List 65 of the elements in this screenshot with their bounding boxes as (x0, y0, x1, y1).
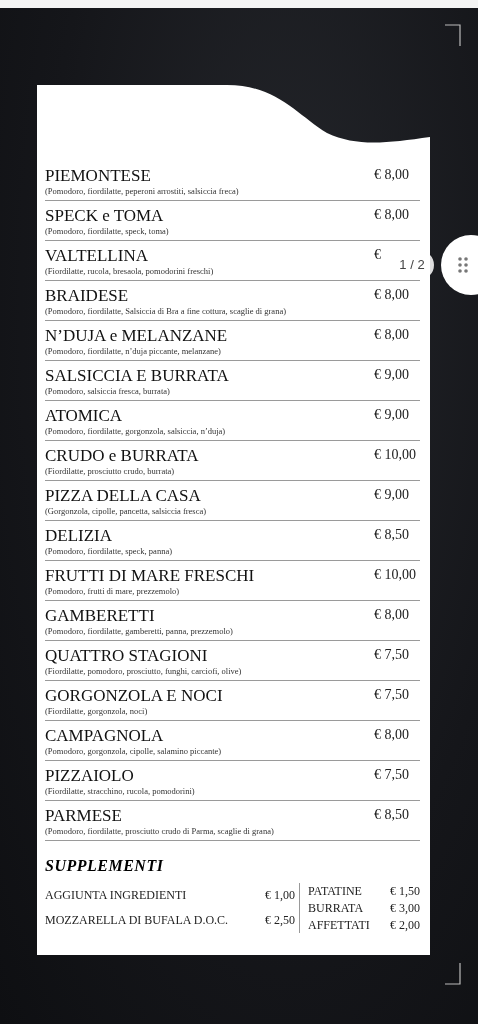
pizza-name: FRUTTI DI MARE FRESCHI (45, 566, 255, 586)
pizza-price: € 8,00 (374, 166, 410, 184)
supplement-name: AGGIUNTA INGREDIENTI (45, 888, 187, 903)
pizza-name: PIZZAIOLO (45, 766, 134, 786)
pizza-name: GAMBERETTI (45, 606, 155, 626)
pizza-ingredients: (Gorgonzola, cipolle, pancetta, salsiccia fresca) (45, 506, 207, 516)
pizza-name: DELIZIA (45, 526, 113, 546)
supplement-name: MOZZARELLA DI BUFALA D.O.C. (45, 913, 229, 928)
grip-dots-icon (458, 257, 468, 273)
pizza-name: SPECK e TOMA (45, 206, 164, 226)
pizza-ingredients: (Fiordilatte, stracchino, rucola, pomodorini) (45, 786, 195, 796)
pizza-name: ATOMICA (45, 406, 123, 426)
pizza-ingredients: (Pomodoro, gorgonzola, cipolle, salamino piccante) (45, 746, 222, 756)
pizza-name: GORGONZOLA E NOCI (45, 686, 223, 706)
pizza-price: € 8,50 (374, 526, 410, 544)
pizza-ingredients: (Pomodoro, fiordilatte, speck, toma) (45, 226, 169, 236)
supplement-name: AFFETTATI (308, 917, 370, 933)
pizza-ingredients: (Pomodoro, fiordilatte, prosciutto crudo di Parma, scaglie di grana) (45, 826, 274, 836)
supplements-title: SUPPLEMENTI (45, 857, 164, 875)
pizza-price: € (374, 246, 382, 264)
pizza-ingredients: (Fiordilatte, gorgonzola, noci) (45, 706, 148, 716)
corner-mark-icon (445, 24, 461, 46)
pizza-ingredients: (Pomodoro, fiordilatte, Salsiccia di Bra a fine cottura, scaglie di grana) (45, 306, 286, 316)
pizza-price: € 7,50 (374, 766, 410, 784)
pizza-price: € 7,50 (374, 646, 410, 664)
pizza-name: PIEMONTESE (45, 166, 151, 186)
pizza-ingredients: (Pomodoro, fiordilatte, peperoni arrostiti, salsiccia freca) (45, 186, 239, 196)
pizza-ingredients: (Pomodoro, frutti di mare, prezzemolo) (45, 586, 180, 596)
pizza-price: € 8,00 (374, 326, 410, 344)
pizza-ingredients: (Fiordilatte, prosciutto crudo, burrata) (45, 466, 175, 476)
pizza-price: € 9,00 (374, 406, 410, 424)
pizza-name: CAMPAGNOLA (45, 726, 164, 746)
pizza-name: PARMESE (45, 806, 122, 826)
corner-mark-icon (445, 963, 461, 985)
pizza-ingredients: (Pomodoro, fiordilatte, gamberetti, panna, prezzemolo) (45, 626, 233, 636)
pizza-price: € 10,00 (374, 566, 417, 584)
pizza-ingredients: (Fiordilatte, pomodoro, prosciutto, funghi, carciofi, olive) (45, 666, 242, 676)
pizza-price: € 10,00 (374, 446, 417, 464)
pizza-name: N’DUJA e MELANZANE (45, 326, 228, 346)
pizza-ingredients: (Pomodoro, fiordilatte, gorgonzola, salsiccia, n’duja) (45, 426, 226, 436)
pizza-price: € 9,00 (374, 366, 410, 384)
pizza-ingredients: (Pomodoro, fiordilatte, speck, panna) (45, 546, 172, 556)
supplement-name: PATATINE (308, 883, 362, 899)
pizza-name: SALSICCIA E BURRATA (45, 366, 229, 386)
pizza-price: € 9,00 (374, 486, 410, 504)
pizza-price: € 8,00 (374, 726, 410, 744)
pizza-price: € 8,00 (374, 286, 410, 304)
supplement-price: € 2,50 (265, 913, 295, 928)
pizza-name: CRUDO e BURRATA (45, 446, 199, 466)
pizza-name: BRAIDESE (45, 286, 129, 306)
pizza-price: € 8,00 (374, 606, 410, 624)
pizza-price: € 8,00 (374, 206, 410, 224)
pizza-name: PIZZA DELLA CASA (45, 486, 201, 506)
supplement-price: € 2,00 (390, 917, 420, 933)
pizza-ingredients: (Fiordilatte, rucola, bresaola, pomodorini freschi) (45, 266, 214, 276)
pizza-price: € 7,50 (374, 686, 410, 704)
supplement-price: € 1,00 (265, 888, 295, 903)
supplement-price: € 3,00 (390, 900, 420, 916)
supplement-name: BURRATA (308, 900, 364, 916)
pizza-ingredients: (Pomodoro, fiordilatte, n’duja piccante, melanzane) (45, 346, 221, 356)
supplement-price: € 1,50 (390, 883, 420, 899)
pizza-name: VALTELLINA (45, 246, 148, 266)
pizza-price: € 8,50 (374, 806, 410, 824)
pizza-name: QUATTRO STAGIONI (45, 646, 208, 666)
pizza-ingredients: (Pomodoro, salsiccia fresca, burrata) (45, 386, 170, 396)
